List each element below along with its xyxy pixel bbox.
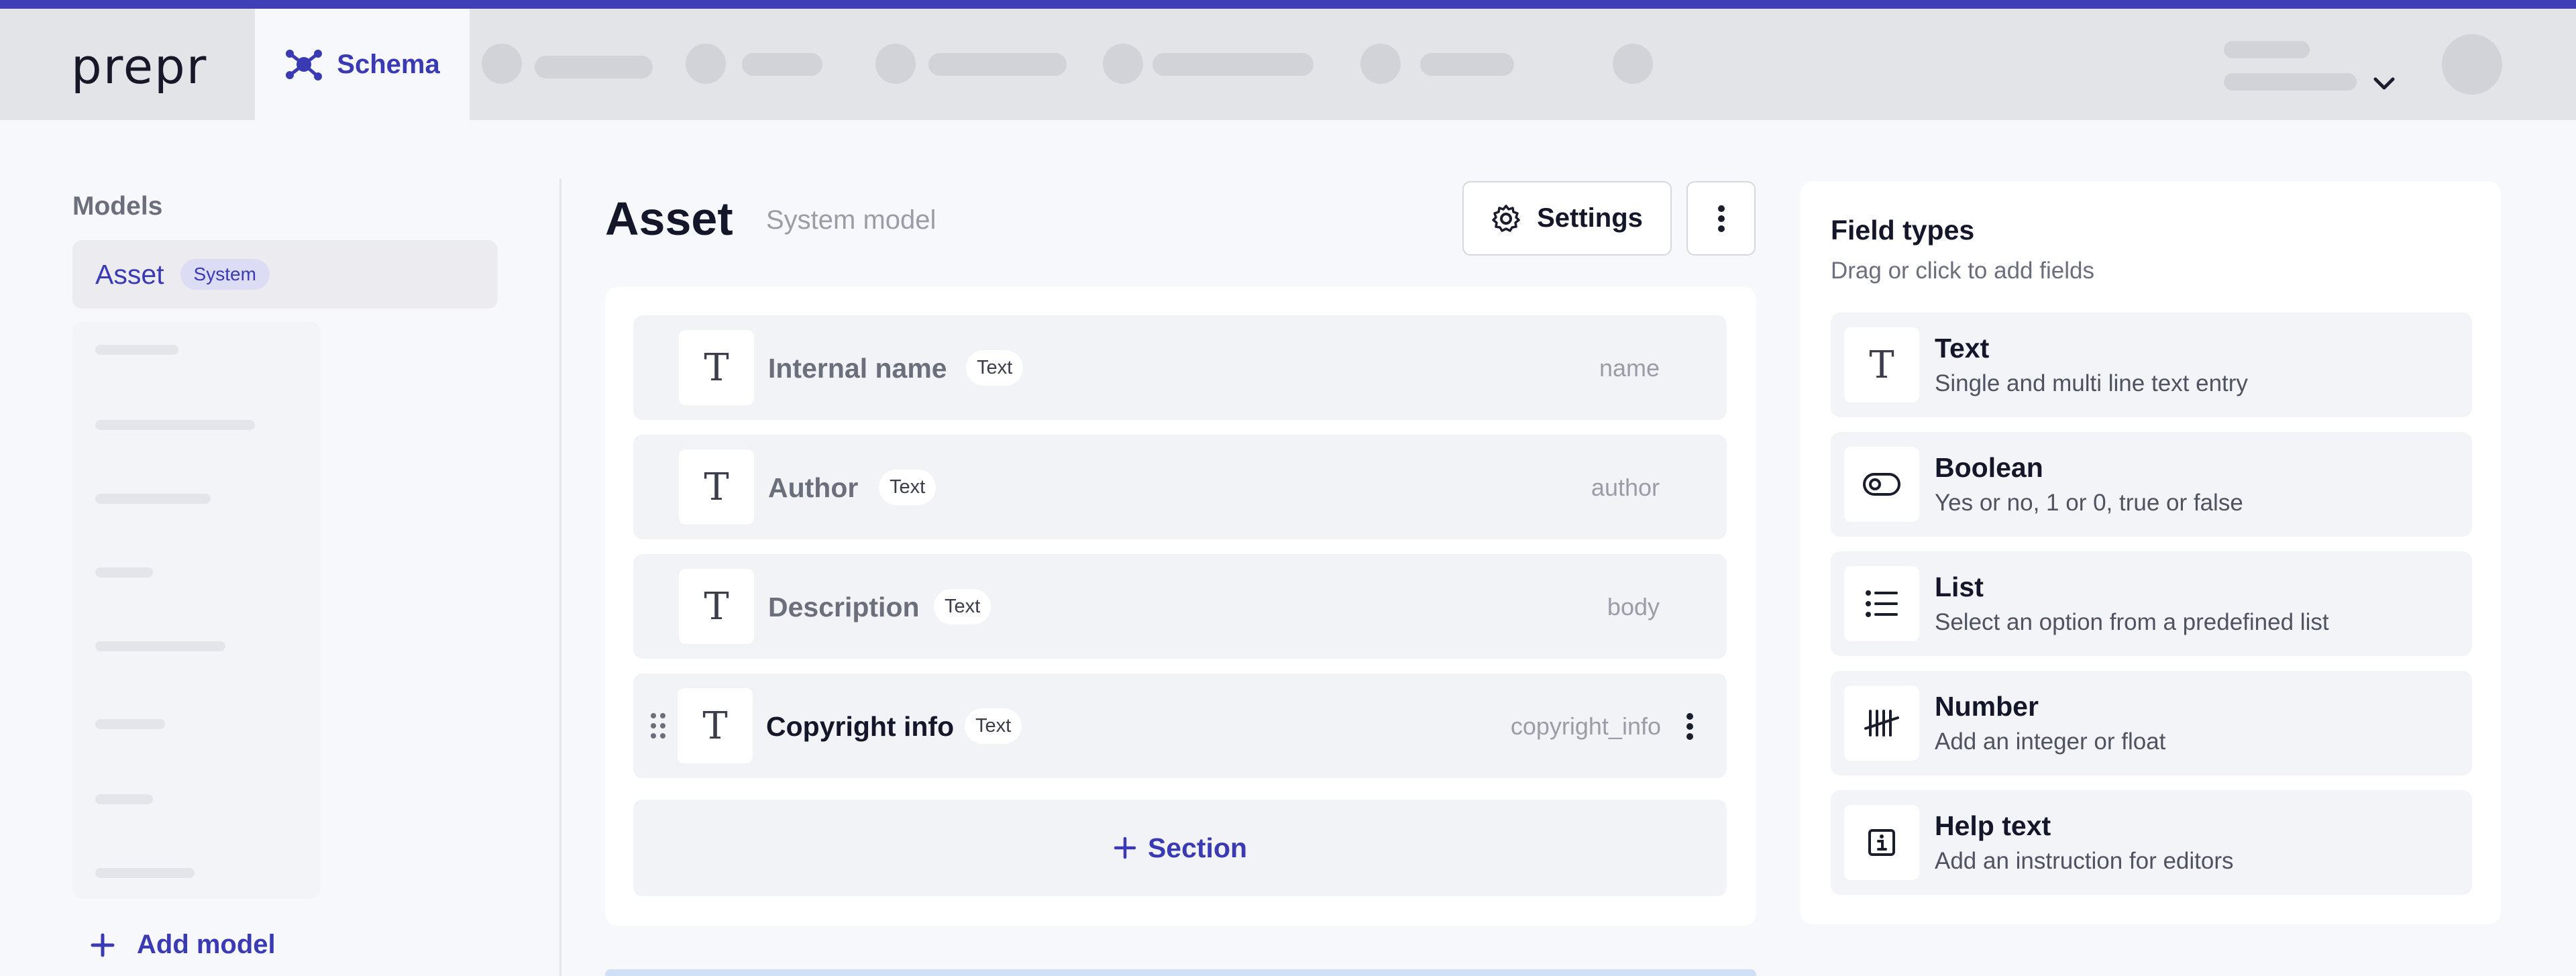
settings-label: Settings — [1537, 203, 1643, 233]
add-section-label: Section — [1147, 832, 1248, 863]
text-icon: T — [1844, 327, 1919, 402]
user-skeleton — [2224, 41, 2310, 58]
field-type-boolean[interactable]: Boolean Yes or no, 1 or 0, true or false — [1831, 432, 2472, 537]
field-type-name: List — [1935, 572, 1984, 602]
field-api-key: name — [1599, 354, 1660, 382]
sidebar-divider — [559, 178, 561, 976]
skeleton-line — [95, 567, 153, 578]
field-row-internal-name[interactable]: T Internal name Text name — [633, 315, 1727, 420]
more-options-button[interactable] — [1686, 181, 1756, 256]
field-type-tag: Text — [966, 350, 1024, 386]
field-type-help-text[interactable]: Help text Add an instruction for editors — [1831, 790, 2472, 895]
field-type-tag: Text — [965, 708, 1022, 744]
field-api-key: copyright_info — [1510, 712, 1661, 740]
gear-icon — [1492, 204, 1520, 232]
chevron-down-icon[interactable] — [2372, 76, 2396, 92]
skeleton-line — [95, 345, 178, 355]
text-icon: T — [679, 330, 754, 405]
nav-skeleton — [1420, 53, 1514, 76]
field-api-key: author — [1591, 474, 1660, 501]
field-type-list[interactable]: List Select an option from a predefined … — [1831, 551, 2472, 656]
page-subtitle: System model — [766, 205, 936, 235]
next-card-edge — [605, 969, 1756, 976]
avatar[interactable] — [2442, 34, 2502, 95]
field-type-name: Text — [1935, 333, 1990, 364]
field-type-name: Help text — [1935, 810, 2051, 841]
skeleton-line — [95, 719, 165, 729]
field-type-description: Yes or no, 1 or 0, true or false — [1935, 490, 2243, 516]
plus-icon — [1114, 836, 1136, 859]
field-type-text[interactable]: T Text Single and multi line text entry — [1831, 313, 2472, 417]
field-type-description: Select an option from a predefined list — [1935, 609, 2329, 635]
more-vertical-icon[interactable] — [1685, 712, 1695, 741]
field-row-author[interactable]: T Author Text author — [633, 435, 1727, 539]
nav-skeleton — [1152, 53, 1313, 76]
user-skeleton — [2224, 73, 2357, 91]
tab-schema[interactable]: Schema — [255, 9, 470, 120]
text-icon: T — [678, 688, 753, 763]
nav-skeleton — [535, 56, 653, 78]
skeleton-line — [95, 494, 211, 504]
drag-handle-icon[interactable] — [648, 711, 668, 741]
nav-skeleton — [1360, 44, 1401, 84]
prepr-logo[interactable]: prepr — [71, 38, 207, 95]
field-type-description: Add an instruction for editors — [1935, 848, 2234, 874]
nav-skeleton — [875, 44, 916, 84]
nav-skeleton — [928, 53, 1067, 76]
field-types-subtitle: Drag or click to add fields — [1831, 258, 2094, 284]
skeleton-line — [95, 641, 225, 651]
tab-schema-label: Schema — [337, 49, 440, 79]
field-type-number[interactable]: Number Add an integer or float — [1831, 671, 2472, 775]
nav-skeleton — [1613, 44, 1653, 84]
nav-skeleton — [1103, 44, 1143, 84]
top-nav: prepr Schema — [0, 9, 2576, 120]
tally-icon — [1844, 686, 1919, 761]
field-name: Internal name — [768, 353, 947, 384]
list-icon — [1844, 566, 1919, 641]
field-type-description: Add an integer or float — [1935, 728, 2166, 755]
more-vertical-icon — [1717, 205, 1725, 232]
field-row-description[interactable]: T Description Text body — [633, 554, 1727, 659]
field-type-name: Boolean — [1935, 452, 2043, 483]
field-type-description: Single and multi line text entry — [1935, 370, 2248, 396]
settings-button[interactable]: Settings — [1462, 181, 1672, 256]
text-icon: T — [679, 449, 754, 525]
field-type-name: Number — [1935, 691, 2039, 722]
model-item-asset[interactable]: Asset System — [72, 240, 498, 309]
field-row-copyright-info[interactable]: T Copyright info Text copyright_info — [633, 673, 1727, 778]
nav-skeleton — [686, 44, 726, 84]
field-type-tag: Text — [879, 470, 936, 505]
page-title: Asset — [605, 193, 733, 245]
models-list-skeleton — [72, 322, 321, 899]
nav-skeleton — [482, 44, 522, 84]
models-heading: Models — [72, 192, 163, 221]
schema-icon — [286, 50, 323, 80]
toggle-icon — [1844, 447, 1919, 522]
field-type-tag: Text — [934, 589, 991, 625]
add-model-label: Add model — [137, 930, 276, 959]
field-name: Description — [768, 592, 920, 622]
system-badge: System — [180, 259, 270, 290]
text-icon: T — [679, 569, 754, 644]
plus-icon — [91, 933, 115, 957]
field-types-title: Field types — [1831, 215, 1975, 246]
model-item-label: Asset — [95, 258, 164, 290]
field-api-key: body — [1607, 593, 1660, 620]
add-model-button[interactable]: Add model — [90, 930, 276, 960]
field-name: Author — [768, 472, 859, 503]
add-section-button[interactable]: Section — [633, 800, 1727, 896]
nav-skeleton — [742, 53, 822, 76]
field-name: Copyright info — [766, 711, 955, 742]
skeleton-line — [95, 794, 153, 804]
skeleton-line — [95, 420, 255, 430]
info-icon — [1844, 805, 1919, 880]
top-accent-line — [0, 0, 2576, 9]
skeleton-line — [95, 868, 195, 878]
